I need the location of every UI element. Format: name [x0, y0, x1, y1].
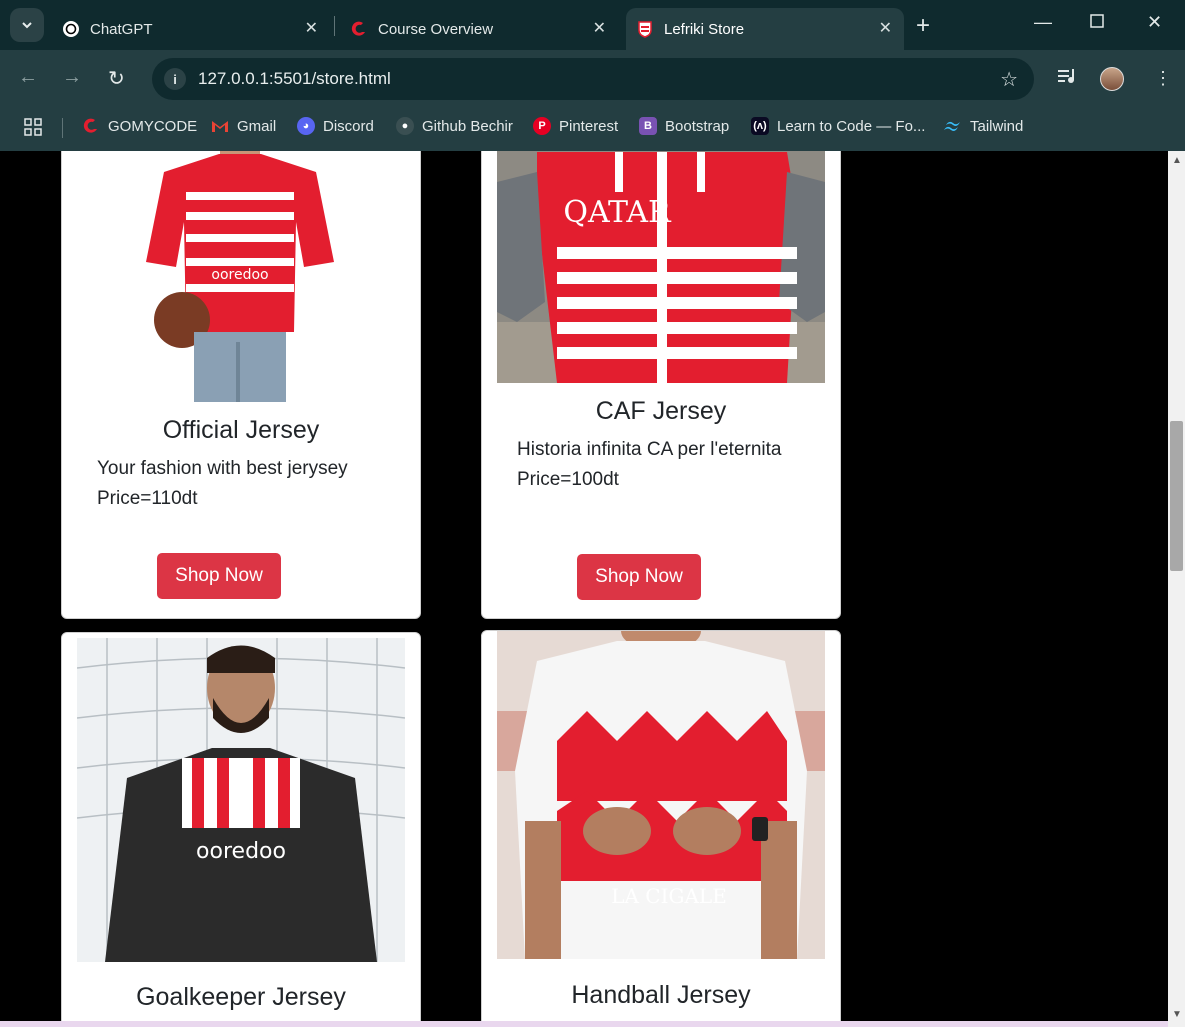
- product-card-caf: QATAR CAF Jersey Historia infinita CA pe…: [481, 151, 841, 619]
- bookmark-label: Learn to Code — Fo...: [777, 117, 926, 135]
- tab-search-button[interactable]: [10, 8, 44, 42]
- bookmark-label: Discord: [323, 117, 374, 135]
- svg-text:ooredoo: ooredoo: [211, 267, 268, 283]
- gomycode-icon: [350, 20, 368, 38]
- svg-text:LA CIGALE: LA CIGALE: [611, 884, 727, 908]
- bookmark-star-icon[interactable]: ☆: [1000, 67, 1018, 92]
- bookmark-label: Github Bechir: [422, 117, 513, 135]
- maximize-icon[interactable]: [1090, 12, 1104, 33]
- product-description: Your fashion with best jerysey Price=110…: [97, 454, 348, 514]
- github-icon: ●: [396, 117, 414, 135]
- bookmark-label: Tailwind: [970, 117, 1024, 135]
- apps-grid-icon[interactable]: [24, 118, 42, 141]
- address-bar[interactable]: i 127.0.0.1:5501/store.html ☆: [152, 58, 1034, 100]
- product-title: Official Jersey: [162, 416, 320, 444]
- bookmark-gomycode[interactable]: GOMYCODE: [82, 117, 197, 135]
- shop-now-button[interactable]: Shop Now: [577, 554, 701, 600]
- bookmark-tailwind[interactable]: Tailwind: [944, 117, 1023, 135]
- menu-kebab-icon[interactable]: ⋮: [1154, 68, 1172, 89]
- close-icon[interactable]: ✕: [879, 18, 892, 38]
- gmail-icon: [211, 117, 229, 135]
- bookmark-label: Pinterest: [559, 117, 619, 135]
- tab-title: Lefriki Store: [664, 20, 745, 38]
- tab-course-overview[interactable]: Course Overview ✕: [340, 8, 618, 50]
- reload-icon[interactable]: ↻: [108, 66, 125, 91]
- browser-toolbar: ← → ↻ i 127.0.0.1:5501/store.html ☆ ⋮: [0, 50, 1185, 108]
- shop-now-button[interactable]: Shop Now: [157, 553, 281, 599]
- price-text: Price=100dt: [517, 469, 619, 490]
- window-bottom-edge: [0, 1021, 1168, 1027]
- bootstrap-icon: B: [639, 117, 657, 135]
- gomycode-icon: [82, 117, 100, 135]
- club-africain-icon: [636, 20, 654, 38]
- bookmark-github[interactable]: ● Github Bechir: [396, 117, 513, 135]
- scroll-thumb[interactable]: [1170, 421, 1183, 571]
- description-text: Historia infinita CA per l'eternita: [517, 439, 782, 460]
- bookmark-label: Gmail: [237, 117, 277, 135]
- page-scrollbar[interactable]: ▲ ▼: [1168, 151, 1185, 1027]
- product-card-handball: LA CIGALE Handball Jersey: [481, 630, 841, 1021]
- tab-title: ChatGPT: [90, 20, 153, 38]
- media-controls-icon[interactable]: [1058, 68, 1078, 89]
- chevron-down-icon: [22, 22, 32, 29]
- product-image: LA CIGALE: [497, 631, 825, 959]
- url-text[interactable]: 127.0.0.1:5501/store.html: [198, 69, 391, 89]
- product-card-goalkeeper: ooredoo Goalkeeper Jersey: [61, 632, 421, 1021]
- page-viewport: ooredoo Official Jersey Your fashion wit…: [0, 151, 1168, 1021]
- new-tab-button[interactable]: +: [916, 12, 930, 40]
- tab-chatgpt[interactable]: ChatGPT ✕: [52, 8, 330, 50]
- svg-text:ooredoo: ooredoo: [196, 839, 286, 864]
- product-title: Goalkeeper Jersey: [136, 983, 346, 1011]
- tab-lefriki-store[interactable]: Lefriki Store ✕: [626, 8, 904, 50]
- bookmark-label: GOMYCODE: [108, 117, 198, 135]
- bookmark-pinterest[interactable]: P Pinterest: [533, 117, 618, 135]
- profile-avatar[interactable]: [1100, 67, 1124, 91]
- product-image: ooredoo: [124, 151, 356, 402]
- scroll-down-arrow-icon[interactable]: ▼: [1172, 1009, 1182, 1020]
- discord-icon: ◕: [297, 117, 315, 135]
- scroll-up-arrow-icon[interactable]: ▲: [1172, 155, 1182, 166]
- close-icon[interactable]: ✕: [305, 18, 318, 38]
- description-text: Your fashion with best jerysey: [97, 458, 348, 479]
- product-description: Historia infinita CA per l'eternita Pric…: [517, 435, 781, 495]
- site-info-icon[interactable]: i: [164, 68, 186, 90]
- bookmark-divider: [62, 118, 63, 138]
- product-card-official: ooredoo Official Jersey Your fashion wit…: [61, 151, 421, 619]
- tab-divider: [334, 16, 335, 36]
- price-text: Price=110dt: [97, 488, 198, 509]
- forward-arrow-icon[interactable]: →: [62, 66, 82, 89]
- tailwind-icon: [944, 117, 962, 135]
- product-title: Handball Jersey: [571, 981, 751, 1009]
- svg-text:QATAR: QATAR: [563, 195, 672, 230]
- close-icon[interactable]: ✕: [593, 18, 606, 38]
- product-image: QATAR: [497, 151, 825, 383]
- product-image: ooredoo: [77, 638, 405, 962]
- bookmark-freecodecamp[interactable]: (ᴧ) Learn to Code — Fo...: [751, 117, 925, 135]
- minimize-icon[interactable]: —: [1034, 12, 1052, 33]
- window-close-icon[interactable]: ✕: [1147, 12, 1162, 33]
- tab-strip: ChatGPT ✕ Course Overview ✕ Lefriki Stor…: [0, 0, 1185, 50]
- bookmark-discord[interactable]: ◕ Discord: [297, 117, 374, 135]
- bookmark-bootstrap[interactable]: B Bootstrap: [639, 117, 729, 135]
- chatgpt-icon: [62, 20, 80, 38]
- bookmark-gmail[interactable]: Gmail: [211, 117, 276, 135]
- tab-title: Course Overview: [378, 20, 494, 38]
- product-title: CAF Jersey: [595, 397, 727, 425]
- back-arrow-icon[interactable]: ←: [18, 66, 38, 89]
- bookmarks-bar: GOMYCODE Gmail ◕ Discord ● Github Bechir…: [0, 108, 1185, 151]
- freecodecamp-icon: (ᴧ): [751, 117, 769, 135]
- pinterest-icon: P: [533, 117, 551, 135]
- bookmark-label: Bootstrap: [665, 117, 730, 135]
